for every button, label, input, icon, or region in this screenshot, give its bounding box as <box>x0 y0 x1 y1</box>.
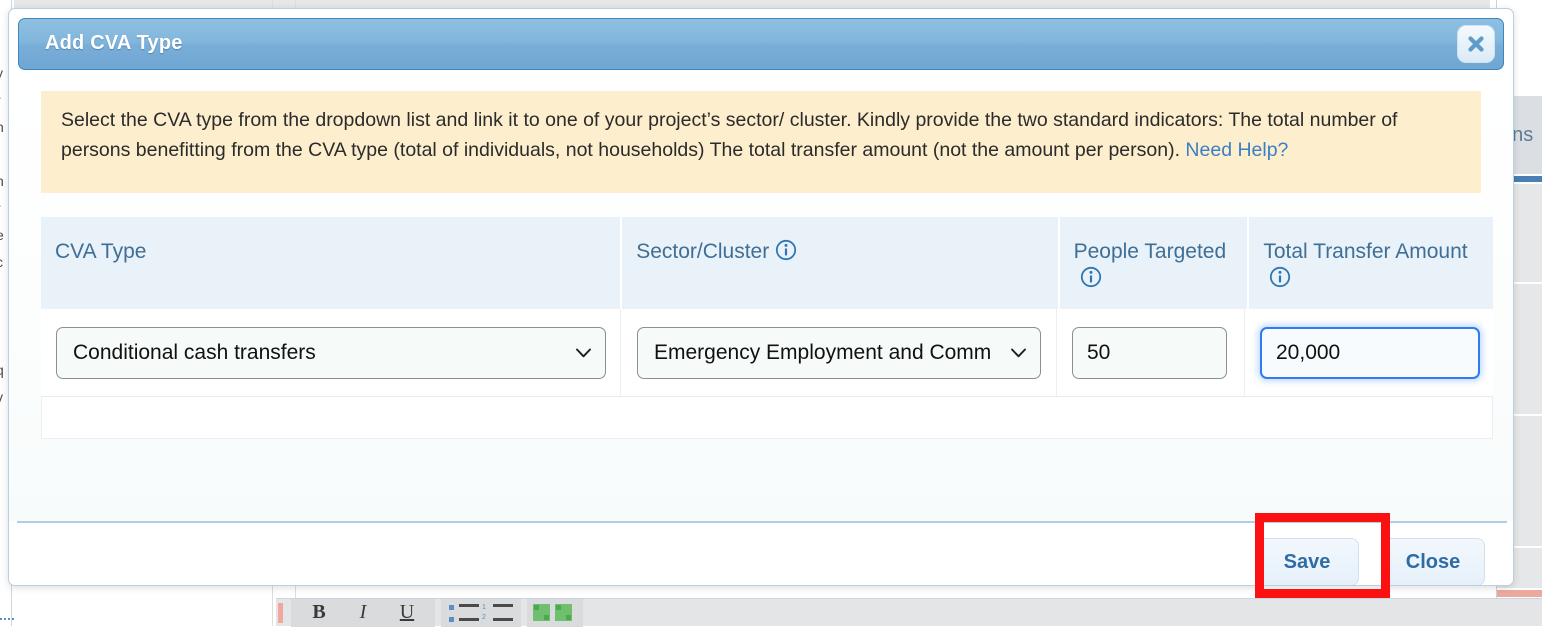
bullet-list-icon[interactable] <box>447 604 481 622</box>
total-transfer-amount-input[interactable]: 20,000 <box>1260 327 1480 379</box>
people-targeted-value: 50 <box>1087 341 1110 365</box>
footer-divider <box>17 521 1507 523</box>
background-dotted-rule <box>0 618 14 620</box>
underline-icon[interactable]: U <box>385 601 429 624</box>
info-icon[interactable] <box>1269 266 1291 293</box>
info-banner: Select the CVA type from the dropdown li… <box>41 91 1481 193</box>
italic-icon[interactable]: I <box>341 601 385 624</box>
cell-people-targeted: 50 <box>1057 309 1245 397</box>
save-button[interactable]: Save <box>1255 538 1359 586</box>
info-icon[interactable] <box>1080 266 1102 293</box>
cva-table: CVA Type Sector/Cluster People Targeted … <box>41 217 1493 439</box>
column-header-label: Sector/Cluster <box>636 240 769 263</box>
toolbar-text-style-group: B I U <box>291 599 435 627</box>
table-row: Conditional cash transfers Emergency Emp… <box>41 309 1493 397</box>
people-targeted-input[interactable]: 50 <box>1072 327 1227 379</box>
column-header-cva-type: CVA Type <box>41 217 620 309</box>
sector-cluster-selected-value: Emergency Employment and Comm <box>654 341 991 365</box>
sector-cluster-select[interactable]: Emergency Employment and Comm <box>637 327 1041 379</box>
cell-sector-cluster: Emergency Employment and Comm <box>621 309 1057 397</box>
table-empty-row <box>41 397 1493 439</box>
table-header-row: CVA Type Sector/Cluster People Targeted … <box>41 217 1493 309</box>
cell-total-transfer-amount: 20,000 <box>1245 309 1489 397</box>
chevron-down-icon <box>1011 348 1026 358</box>
column-header-label: Total Transfer Amount <box>1263 240 1467 263</box>
dialog-body: Select the CVA type from the dropdown li… <box>9 71 1514 521</box>
column-header-label: CVA Type <box>55 240 146 263</box>
numbered-list-icon[interactable]: 12 <box>481 604 515 622</box>
cell-cva-type: Conditional cash transfers <box>41 309 621 397</box>
footer-button-group: Save Close <box>1255 538 1485 586</box>
column-header-label: People Targeted <box>1074 240 1227 263</box>
close-button[interactable] <box>1457 25 1495 63</box>
close-x-icon <box>1466 34 1486 54</box>
need-help-link[interactable]: Need Help? <box>1185 139 1288 161</box>
image-icon[interactable] <box>555 604 572 621</box>
add-cva-type-dialog: Add CVA Type Select the CVA type from th… <box>8 8 1514 586</box>
info-icon[interactable] <box>775 239 797 266</box>
toolbar-list-group: 12 <box>441 599 521 627</box>
chevron-down-icon <box>576 348 591 358</box>
column-header-total-transfer-amount: Total Transfer Amount <box>1249 217 1493 309</box>
toolbar-left-marker <box>278 603 283 623</box>
bold-icon[interactable]: B <box>297 601 341 624</box>
cva-type-selected-value: Conditional cash transfers <box>73 341 316 365</box>
table-icon[interactable] <box>533 604 550 621</box>
column-header-people-targeted: People Targeted <box>1060 217 1248 309</box>
background-right-alert-bar <box>1497 590 1542 597</box>
background-editor-toolbar: B I U 12 <box>276 598 1542 626</box>
column-header-sector-cluster: Sector/Cluster <box>622 217 1057 309</box>
dialog-titlebar: Add CVA Type <box>18 18 1504 70</box>
total-transfer-amount-value: 20,000 <box>1276 341 1340 365</box>
close-dialog-button[interactable]: Close <box>1381 538 1485 586</box>
dialog-footer: Save Close <box>9 521 1514 586</box>
cva-type-select[interactable]: Conditional cash transfers <box>56 327 606 379</box>
toolbar-media-group <box>527 599 583 627</box>
dialog-title: Add CVA Type <box>45 32 183 55</box>
